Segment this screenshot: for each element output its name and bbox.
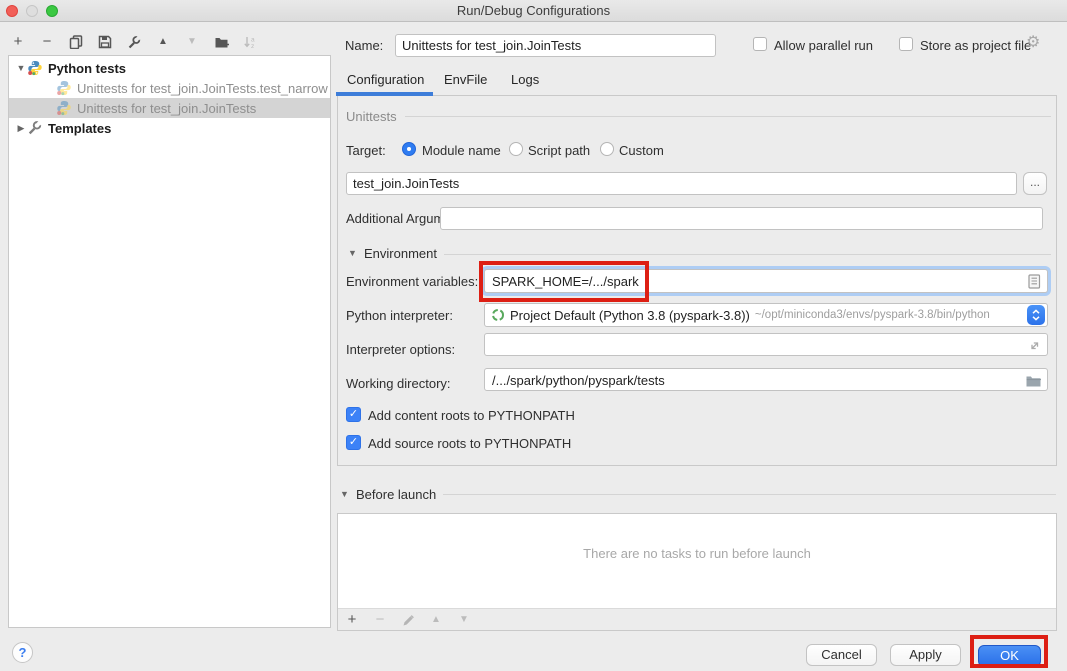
allow-parallel-run-label: Allow parallel run [774, 38, 873, 53]
working-directory-input[interactable]: /.../spark/python/pyspark/tests [484, 368, 1048, 391]
edit-templates-wrench-icon[interactable] [126, 34, 142, 50]
allow-parallel-run-checkbox[interactable] [753, 37, 767, 51]
radio-script-path[interactable] [509, 142, 523, 156]
tab-envfile[interactable]: EnvFile [444, 72, 487, 87]
expand-field-icon[interactable] [1028, 339, 1041, 352]
configurations-toolbar: + − ▲ ▼ az [10, 31, 258, 53]
move-up-icon[interactable]: ▲ [155, 34, 171, 50]
unittests-group-title: Unittests [346, 109, 397, 124]
store-as-project-file-label: Store as project file [920, 38, 1031, 53]
conda-env-icon [491, 308, 505, 322]
tree-item-label: Unittests for test_join.JoinTests.test_n… [77, 81, 328, 96]
cancel-button[interactable]: Cancel [806, 644, 877, 666]
environment-variables-input[interactable]: SPARK_HOME=/.../spark [484, 269, 1048, 293]
environment-variables-value: SPARK_HOME=/.../spark [492, 274, 639, 289]
configurations-tree: ▼ Python tests Unittests for test_join.J… [8, 55, 331, 628]
python-interpreter-label: Python interpreter: [346, 308, 453, 323]
tree-item-label: Unittests for test_join.JoinTests [77, 101, 256, 116]
titlebar: Run/Debug Configurations [0, 0, 1067, 22]
templates-wrench-icon [27, 120, 43, 136]
combobox-stepper-icon[interactable] [1027, 305, 1045, 325]
expand-twisty-icon[interactable]: ▶ [15, 123, 27, 134]
save-configuration-icon[interactable] [97, 34, 113, 50]
radio-custom[interactable] [600, 142, 614, 156]
python-test-icon [56, 100, 72, 116]
active-tab-underline [336, 92, 433, 96]
python-test-icon [56, 80, 72, 96]
target-label: Target: [346, 143, 386, 158]
environment-collapse-icon[interactable]: ▼ [348, 248, 357, 258]
browse-button[interactable]: ... [1023, 172, 1047, 195]
sort-alphabetically-icon: az [242, 34, 258, 50]
new-folder-icon[interactable] [213, 34, 229, 50]
python-interpreter-value: Project Default (Python 3.8 (pyspark-3.8… [510, 308, 750, 323]
tree-item-unittests-test-narrow[interactable]: Unittests for test_join.JoinTests.test_n… [9, 78, 330, 98]
working-directory-label: Working directory: [346, 376, 451, 391]
configuration-panel: Unittests Target: Module name Script pat… [337, 95, 1057, 466]
add-source-roots-checkbox[interactable]: ✓ [346, 435, 361, 450]
target-input[interactable] [346, 172, 1017, 195]
tree-item-label: Python tests [48, 61, 126, 76]
radio-script-path-label: Script path [528, 143, 590, 158]
apply-button[interactable]: Apply [890, 644, 961, 666]
edit-task-icon [400, 612, 416, 628]
name-input[interactable] [395, 34, 716, 57]
add-configuration-icon[interactable]: + [10, 34, 26, 50]
store-as-project-file-checkbox[interactable] [899, 37, 913, 51]
window-title: Run/Debug Configurations [0, 3, 1067, 18]
add-content-roots-checkbox[interactable]: ✓ [346, 407, 361, 422]
folder-icon[interactable] [1026, 375, 1041, 387]
working-directory-value: /.../spark/python/pyspark/tests [492, 373, 665, 388]
interpreter-options-input[interactable] [484, 333, 1048, 356]
before-launch-task-list[interactable]: There are no tasks to run before launch [338, 514, 1056, 609]
before-launch-empty-text: There are no tasks to run before launch [338, 546, 1056, 561]
tree-item-unittests-jointests-selected[interactable]: Unittests for test_join.JoinTests [9, 98, 330, 118]
group-divider [443, 494, 1056, 495]
copy-configuration-icon[interactable] [68, 34, 84, 50]
additional-arguments-input[interactable] [440, 207, 1043, 230]
tree-item-python-tests[interactable]: ▼ Python tests [9, 58, 330, 78]
name-label: Name: [345, 38, 383, 53]
remove-task-icon: − [372, 612, 388, 628]
gear-icon[interactable]: ⚙ [1026, 35, 1040, 51]
python-tests-icon [27, 60, 43, 76]
tree-item-templates[interactable]: ▶ Templates [9, 118, 330, 138]
collapse-twisty-icon[interactable]: ▼ [15, 63, 27, 73]
tree-item-label: Templates [48, 121, 111, 136]
svg-text:z: z [251, 43, 254, 49]
environment-group-title: Environment [364, 246, 437, 261]
radio-custom-label: Custom [619, 143, 664, 158]
before-launch-panel: There are no tasks to run before launch … [337, 513, 1057, 631]
group-divider [405, 116, 1051, 117]
interpreter-options-label: Interpreter options: [346, 342, 455, 357]
python-interpreter-path: ~/opt/miniconda3/envs/pyspark-3.8/bin/py… [755, 309, 990, 321]
group-divider [444, 254, 1051, 255]
remove-configuration-icon[interactable]: − [39, 34, 55, 50]
radio-module-name[interactable] [402, 142, 416, 156]
python-interpreter-select[interactable]: Project Default (Python 3.8 (pyspark-3.8… [484, 303, 1048, 327]
before-launch-toolbar: + − ▲ ▼ [344, 612, 472, 628]
move-task-down-icon: ▼ [456, 612, 472, 628]
tab-logs[interactable]: Logs [511, 72, 539, 87]
browse-env-vars-icon[interactable] [1028, 274, 1041, 289]
add-source-roots-label: Add source roots to PYTHONPATH [368, 436, 571, 451]
move-down-icon: ▼ [184, 34, 200, 50]
before-launch-title: Before launch [356, 487, 436, 502]
radio-module-name-label: Module name [422, 143, 501, 158]
add-task-icon[interactable]: + [344, 612, 360, 628]
move-task-up-icon: ▲ [428, 612, 444, 628]
add-content-roots-label: Add content roots to PYTHONPATH [368, 408, 575, 423]
environment-variables-label: Environment variables: [346, 274, 478, 289]
before-launch-collapse-icon[interactable]: ▼ [340, 489, 349, 499]
tab-configuration[interactable]: Configuration [347, 72, 424, 87]
ok-button[interactable]: OK [978, 645, 1041, 667]
help-button[interactable]: ? [12, 642, 33, 663]
